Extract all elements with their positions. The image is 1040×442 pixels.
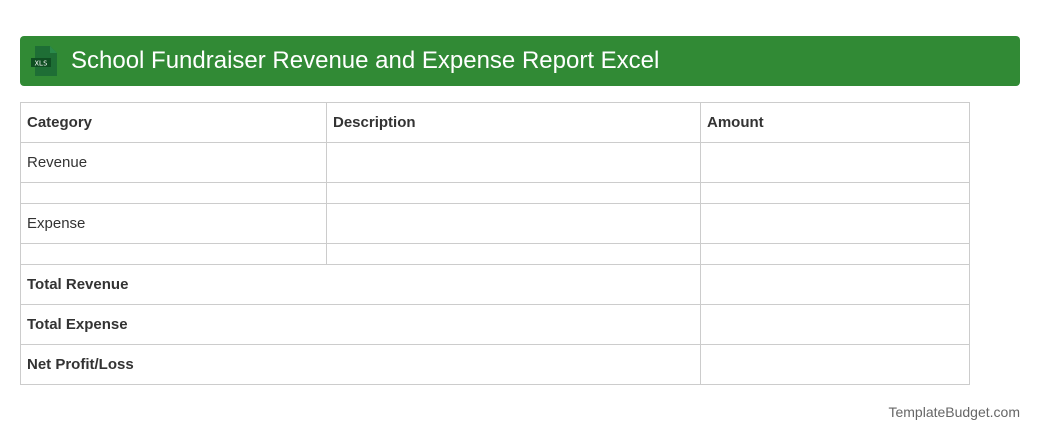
cell-description xyxy=(326,203,701,244)
column-header-description: Description xyxy=(326,102,701,143)
net-profit-row: Net Profit/Loss xyxy=(20,344,970,385)
cell-amount xyxy=(700,243,970,265)
page-title: School Fundraiser Revenue and Expense Re… xyxy=(71,47,660,74)
total-expense-row: Total Expense xyxy=(20,304,970,345)
total-revenue-row: Total Revenue xyxy=(20,264,970,305)
page-header: XLS School Fundraiser Revenue and Expens… xyxy=(20,36,1020,86)
cell-amount xyxy=(700,182,970,204)
table-header-row: Category Description Amount xyxy=(20,102,970,143)
table-row: Expense xyxy=(20,203,970,244)
cell-amount xyxy=(700,142,970,183)
column-header-amount: Amount xyxy=(700,102,970,143)
cell-description xyxy=(326,243,701,265)
total-revenue-label: Total Revenue xyxy=(20,264,701,305)
total-expense-amount xyxy=(700,304,970,345)
total-expense-label: Total Expense xyxy=(20,304,701,345)
table-row: Revenue xyxy=(20,142,970,183)
cell-amount xyxy=(700,203,970,244)
cell-description xyxy=(326,142,701,183)
report-table: Category Description Amount Revenue Expe… xyxy=(20,102,970,385)
cell-category: Revenue xyxy=(20,142,327,183)
excel-file-icon: XLS xyxy=(31,46,57,76)
column-header-category: Category xyxy=(20,102,327,143)
net-profit-amount xyxy=(700,344,970,385)
total-revenue-amount xyxy=(700,264,970,305)
table-row xyxy=(20,182,970,204)
table-row xyxy=(20,243,970,265)
net-profit-label: Net Profit/Loss xyxy=(20,344,701,385)
cell-description xyxy=(326,182,701,204)
cell-category: Expense xyxy=(20,203,327,244)
cell-category xyxy=(20,243,327,265)
footer-brand-link[interactable]: TemplateBudget.com xyxy=(888,404,1020,420)
cell-category xyxy=(20,182,327,204)
svg-text:XLS: XLS xyxy=(35,60,48,68)
